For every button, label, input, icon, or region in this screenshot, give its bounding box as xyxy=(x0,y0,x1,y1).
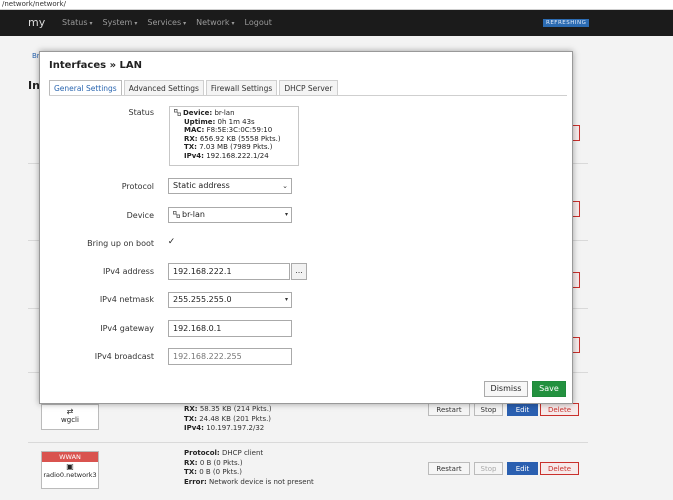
status-box: Device: br-lan Uptime: 0h 1m 43s MAC: F8… xyxy=(169,106,299,166)
restart-button[interactable]: Restart xyxy=(428,462,470,475)
ipv4-netmask-label: IPv4 netmask xyxy=(99,295,154,304)
chevron-down-icon: ⌄ xyxy=(282,182,288,190)
ipv4-address-more-button[interactable]: ... xyxy=(291,263,307,280)
edit-interface-modal: Interfaces » LAN General Settings Advanc… xyxy=(39,51,573,404)
network-device-icon xyxy=(174,109,181,116)
edit-button[interactable]: Edit xyxy=(507,462,538,475)
url-text: /network/network/ xyxy=(2,0,66,8)
stop-button[interactable]: Stop xyxy=(474,462,503,475)
chevron-down-icon: ▾ xyxy=(134,20,138,27)
interface-info-wgcli: RX: 58.35 KB (214 Pkts.) TX: 24.48 KB (2… xyxy=(184,405,272,432)
delete-button[interactable]: Delete xyxy=(540,403,579,416)
dropdown-arrow-icon: ▾ xyxy=(284,211,288,218)
protocol-label: Protocol xyxy=(121,182,154,191)
status-label: Status xyxy=(128,108,155,117)
chevron-down-icon: ▾ xyxy=(231,20,235,27)
protocol-select[interactable]: Static address ⌄ xyxy=(168,178,292,194)
ipv4-address-label: IPv4 address xyxy=(103,267,154,276)
restart-button[interactable]: Restart xyxy=(428,403,470,416)
tab-dhcp-server[interactable]: DHCP Server xyxy=(279,80,338,96)
top-navbar: my Status ▾ System ▾ Services ▾ Network ▾ Lo… xyxy=(0,10,673,36)
interface-device: radio0.network3 xyxy=(43,471,97,479)
boot-label: Bring up on boot xyxy=(87,239,154,248)
menu-status[interactable]: Status ▾ xyxy=(62,18,93,27)
dropdown-arrow-icon: ▾ xyxy=(284,296,288,303)
browser-url-strip: /network/network/ xyxy=(0,0,673,10)
ipv4-broadcast-label: IPv4 broadcast xyxy=(94,352,154,361)
network-icon: ⇄ xyxy=(66,407,74,416)
save-button[interactable]: Save xyxy=(532,381,566,397)
menu-services[interactable]: Services ▾ xyxy=(147,18,186,27)
dismiss-button[interactable]: Dismiss xyxy=(484,381,528,397)
chevron-down-icon: ▾ xyxy=(183,20,187,27)
edit-button[interactable]: Edit xyxy=(507,403,538,416)
interface-badge-wgcli[interactable]: ⇄ wgcli xyxy=(41,404,99,430)
menu-logout[interactable]: Logout xyxy=(245,18,272,27)
stop-button[interactable]: Stop xyxy=(474,403,503,416)
modal-title: Interfaces » LAN xyxy=(49,60,142,71)
ipv4-netmask-select[interactable]: 255.255.255.0 ▾ xyxy=(168,292,292,308)
boot-checkbox[interactable]: ✓ xyxy=(167,238,176,247)
row-divider xyxy=(28,442,588,443)
brand-logo[interactable]: my xyxy=(28,16,45,29)
menu-system[interactable]: System ▾ xyxy=(103,18,138,27)
tab-divider xyxy=(49,95,567,96)
tab-firewall-settings[interactable]: Firewall Settings xyxy=(205,80,278,96)
interface-badge-wwan[interactable]: WWAN ▣ radio0.network3 xyxy=(41,451,99,489)
main-menu: Status ▾ System ▾ Services ▾ Network ▾ Logou… xyxy=(62,18,272,27)
interface-device: wgcli xyxy=(61,416,79,424)
menu-network[interactable]: Network ▾ xyxy=(196,18,234,27)
delete-button[interactable]: Delete xyxy=(540,462,579,475)
wireless-icon: ▣ xyxy=(66,462,74,471)
refreshing-badge[interactable]: REFRESHING xyxy=(543,19,590,27)
device-select[interactable]: br-lan ▾ xyxy=(168,207,292,223)
device-label: Device xyxy=(126,211,154,220)
ipv4-gateway-label: IPv4 gateway xyxy=(100,324,154,333)
interface-info-wwan: Protocol: DHCP client RX: 0 B (0 Pkts.) … xyxy=(184,449,314,486)
modal-tabs: General Settings Advanced Settings Firew… xyxy=(49,80,338,96)
tab-general-settings[interactable]: General Settings xyxy=(49,80,122,96)
network-device-icon xyxy=(173,211,180,218)
ipv4-address-input[interactable]: 192.168.222.1 xyxy=(168,263,290,280)
interface-name: WWAN xyxy=(42,452,98,462)
ipv4-broadcast-input[interactable]: 192.168.222.255 xyxy=(168,348,292,365)
tab-advanced-settings[interactable]: Advanced Settings xyxy=(123,80,204,96)
ipv4-gateway-input[interactable]: 192.168.0.1 xyxy=(168,320,292,337)
chevron-down-icon: ▾ xyxy=(89,20,93,27)
